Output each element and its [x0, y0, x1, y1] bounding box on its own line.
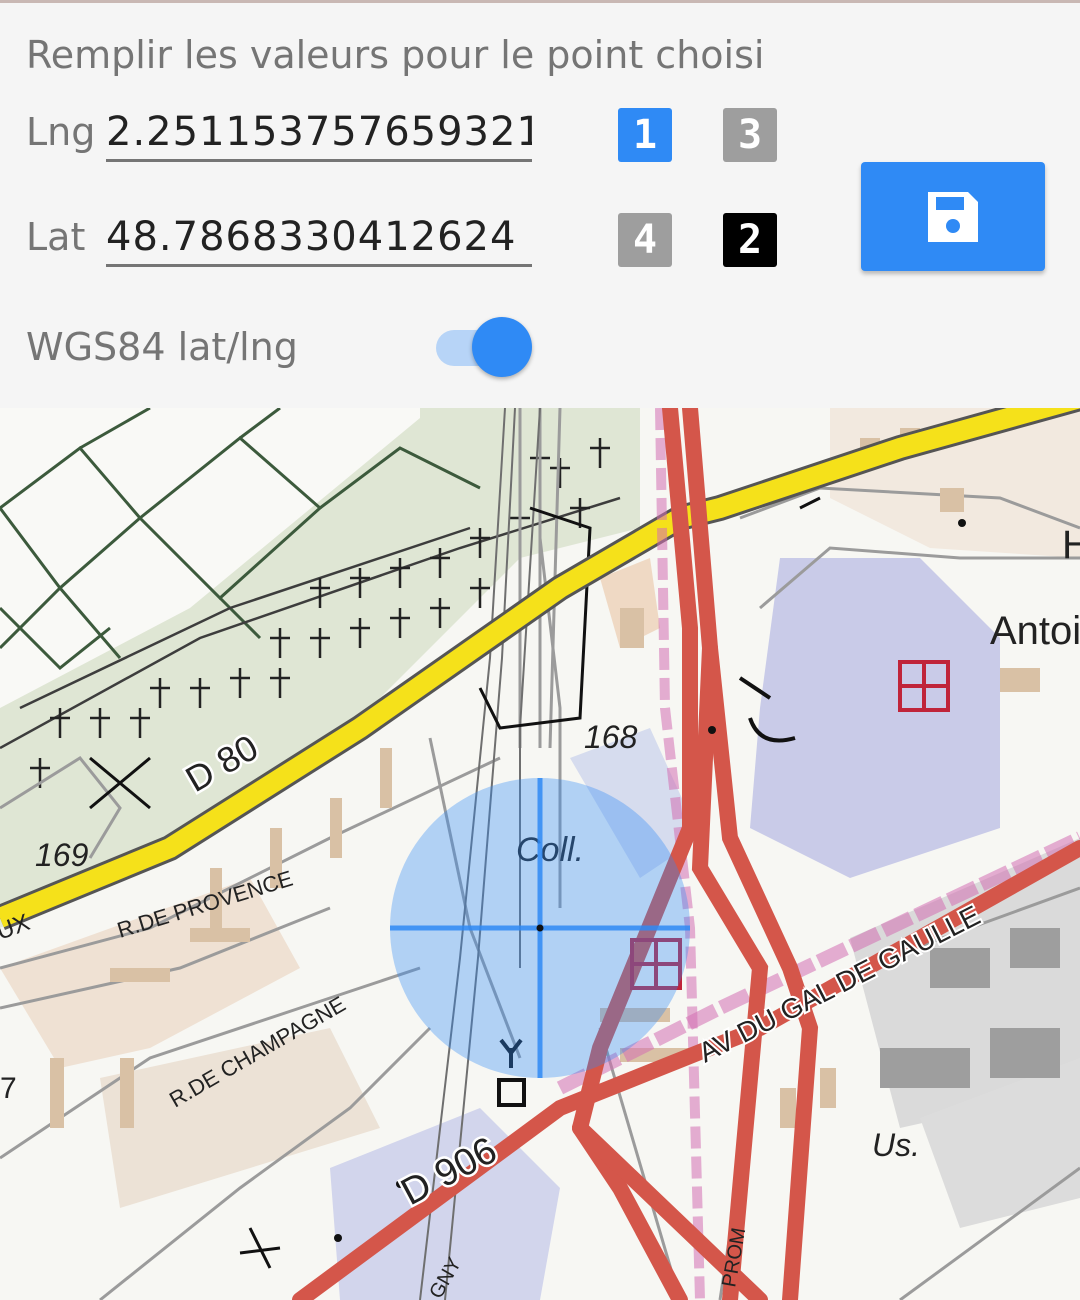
lat-input[interactable]: [106, 210, 532, 267]
topographic-map[interactable]: D 80 D 906 R.DE PROVENCE R.DE CHAMPAGNE …: [0, 408, 1080, 1300]
map-view[interactable]: D 80 D 906 R.DE PROVENCE R.DE CHAMPAGNE …: [0, 408, 1080, 1300]
button-4[interactable]: 4: [618, 213, 672, 267]
map-label-alt-169: 169: [35, 837, 89, 873]
lng-input[interactable]: [106, 105, 532, 162]
toggle-thumb: [472, 317, 532, 377]
selected-point-marker[interactable]: [390, 778, 690, 1078]
panel-title: Remplir les valeurs pour le point choisi: [26, 33, 765, 77]
lat-label: Lat: [26, 215, 86, 259]
save-icon: [928, 191, 978, 242]
map-label-us: Us.: [872, 1127, 920, 1163]
industrial-area: [750, 558, 1000, 878]
coord-system-toggle[interactable]: [436, 317, 536, 379]
map-label-h: H: [1062, 523, 1080, 567]
save-button[interactable]: [861, 162, 1045, 271]
point-values-panel: Remplir les valeurs pour le point choisi…: [0, 3, 1080, 408]
button-2[interactable]: 2: [723, 213, 777, 267]
map-label-alt-168: 168: [584, 719, 638, 755]
map-label-seven: 7: [0, 1072, 17, 1105]
coord-system-label: WGS84 lat/lng: [26, 325, 298, 369]
button-3[interactable]: 3: [723, 108, 777, 162]
map-label-antoi: Antoi: [990, 609, 1080, 653]
button-1[interactable]: 1: [618, 108, 672, 162]
lng-label: Lng: [26, 110, 96, 154]
